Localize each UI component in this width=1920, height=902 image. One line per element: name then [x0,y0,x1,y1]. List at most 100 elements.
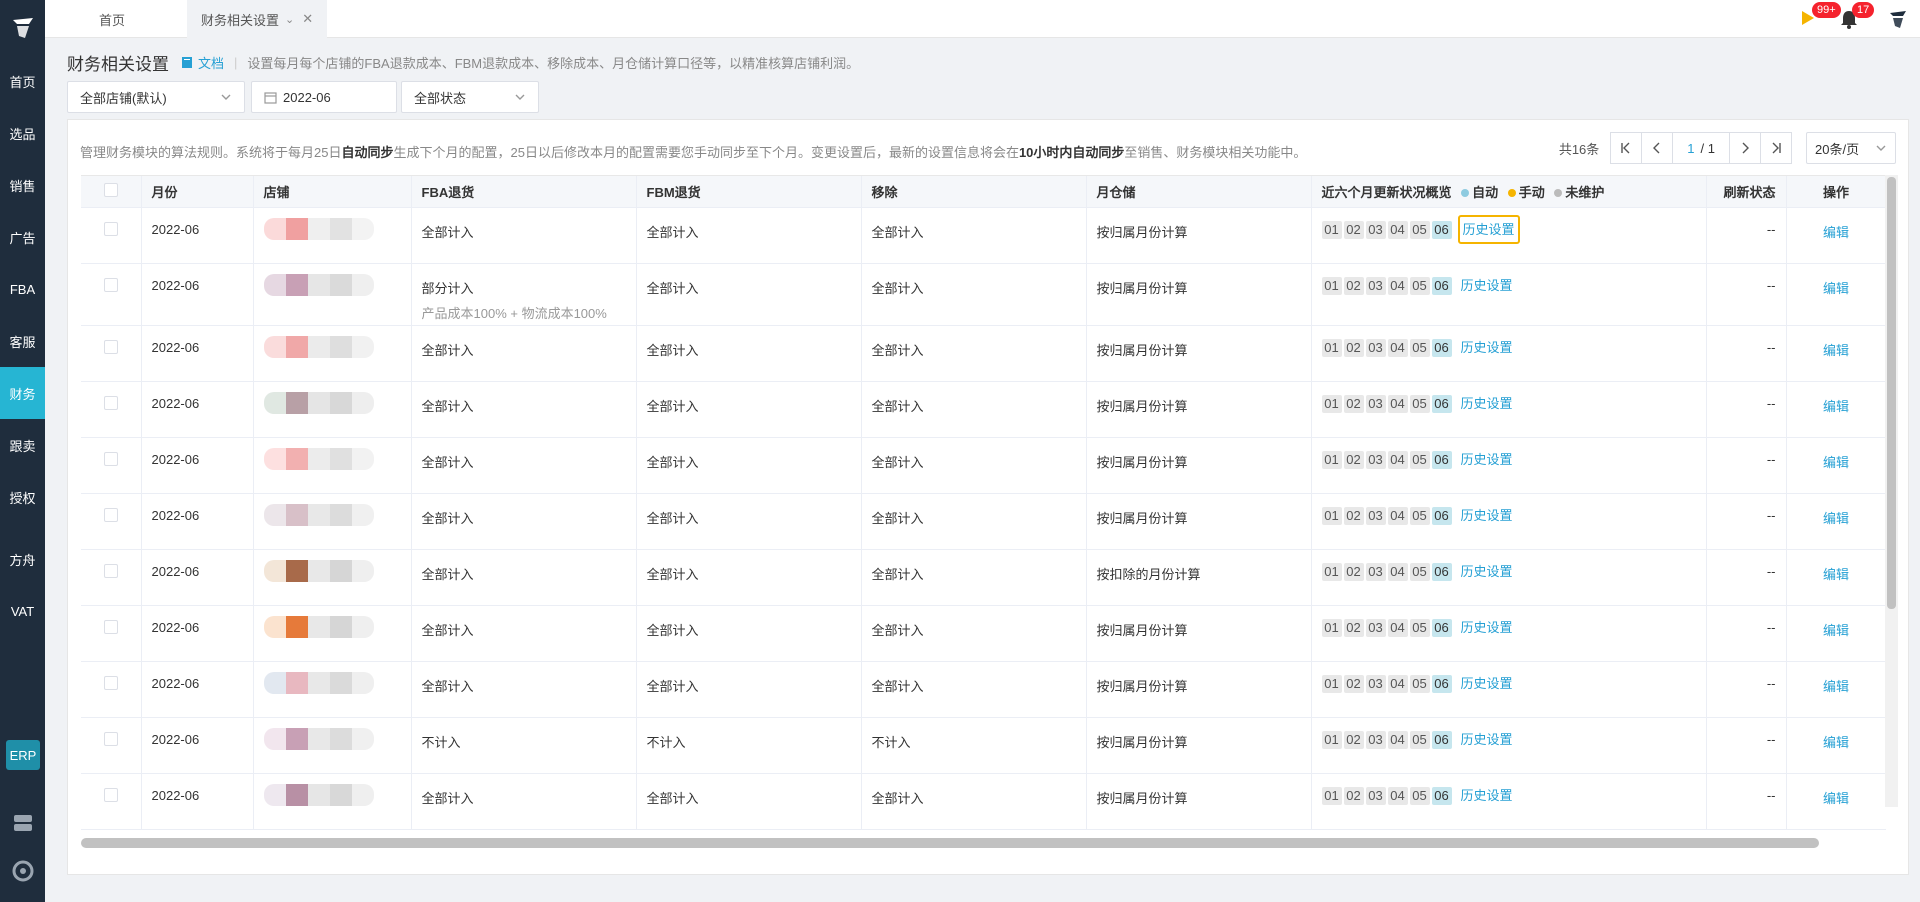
sidebar-item-4[interactable]: FBA [0,263,45,315]
row-remove: 全部计入 [871,566,924,582]
row-checkbox[interactable] [103,675,118,690]
shop-name-blurred [263,783,374,806]
row-fba: 全部计入 [421,510,474,526]
tab-finance-settings[interactable]: 财务相关设置 ⌄ ✕ [187,0,328,38]
history-settings-link[interactable]: 历史设置 [1458,617,1516,638]
page-size-value: 20条/页 [1815,141,1860,157]
header-fbm: FBM退货 [636,176,862,208]
month-status-chip: 06 [1431,220,1452,239]
sidebar-item-10[interactable]: VAT [0,585,45,637]
month-status-chip: 02 [1343,450,1364,469]
row-checkbox[interactable] [103,563,118,578]
first-page-button[interactable] [1610,132,1643,164]
edit-link[interactable]: 编辑 [1823,735,1849,750]
month-status-chip: 03 [1365,730,1386,749]
month-status-chip: 02 [1343,220,1364,239]
horizontal-scrollbar[interactable] [81,838,1819,848]
history-settings-link[interactable]: 历史设置 [1458,785,1516,806]
row-checkbox[interactable] [103,221,118,236]
archive-icon[interactable] [12,812,34,834]
edit-link[interactable]: 编辑 [1823,511,1849,526]
history-settings-link[interactable]: 历史设置 [1458,561,1516,582]
shop-select[interactable]: 全部店铺(默认) [67,81,245,113]
edit-link[interactable]: 编辑 [1823,225,1849,240]
row-checkbox[interactable] [103,395,118,410]
next-page-button[interactable] [1729,132,1761,164]
edit-link[interactable]: 编辑 [1823,791,1849,806]
sidebar-item-3[interactable]: 广告 [0,211,45,263]
table-row: 2022-06 全部计入 全部计入 全部计入 按归属月份计算 01 02 03 04 05 06 历史… [81,773,1886,830]
last-page-button[interactable] [1760,132,1792,164]
support-icon[interactable] [12,860,34,882]
row-storage: 按归属月份计算 [1096,280,1188,296]
current-page-input[interactable]: 1 [1687,141,1694,156]
row-checkbox[interactable] [103,787,118,802]
month-status-chip: 02 [1343,394,1364,413]
vertical-scrollbar[interactable] [1887,177,1896,609]
row-remove: 全部计入 [871,454,924,470]
row-refresh-status: -- [1766,451,1776,467]
history-settings-link[interactable]: 历史设置 [1458,449,1516,470]
edit-link[interactable]: 编辑 [1823,567,1849,582]
row-checkbox[interactable] [103,277,118,292]
edit-link[interactable]: 编辑 [1823,679,1849,694]
month-status-chip: 04 [1387,220,1408,239]
history-settings-link[interactable]: 历史设置 [1458,275,1516,296]
tab-home[interactable]: 首页 [85,0,139,38]
row-fba: 全部计入 [421,224,474,240]
edit-link[interactable]: 编辑 [1823,281,1849,296]
doc-link[interactable]: 文档 [181,53,224,72]
legend-auto: 自动 [1472,184,1499,200]
chevron-down-icon[interactable]: ⌄ [285,13,294,26]
row-checkbox[interactable] [103,507,118,522]
edit-link[interactable]: 编辑 [1823,343,1849,358]
row-fba-detail: 产品成本100% + 物流成本100% [421,305,607,321]
sidebar-item-8[interactable]: 授权 [0,471,45,523]
legend-none: 未维护 [1565,184,1605,200]
row-checkbox[interactable] [103,339,118,354]
history-settings-link[interactable]: 历史设置 [1458,673,1516,694]
history-settings-link[interactable]: 历史设置 [1457,214,1520,244]
sidebar-item-5[interactable]: 客服 [0,315,45,367]
shop-name-blurred [263,273,374,296]
row-remove: 全部计入 [871,224,924,240]
row-remove: 全部计入 [871,790,924,806]
row-month: 2022-06 [151,339,200,355]
row-checkbox[interactable] [103,619,118,634]
app-logo[interactable] [0,0,45,55]
user-avatar-icon[interactable] [1887,8,1909,30]
row-checkbox[interactable] [103,451,118,466]
history-settings-link[interactable]: 历史设置 [1458,393,1516,414]
status-select[interactable]: 全部状态 [401,81,539,113]
month-status-chip: 02 [1343,674,1364,693]
row-checkbox[interactable] [103,731,118,746]
month-status-chip: 02 [1343,338,1364,357]
history-settings-link[interactable]: 历史设置 [1458,505,1516,526]
page-header: 财务相关设置 文档 | 设置每月每个店铺的FBA退款成本、FBM退款成本、移除成… [67,50,859,75]
sidebar-item-7[interactable]: 跟卖 [0,419,45,471]
row-month: 2022-06 [151,675,200,691]
month-picker[interactable]: 2022-06 [251,81,397,113]
sidebar-item-9[interactable]: 方舟 [0,533,45,585]
sidebar-item-2[interactable]: 销售 [0,159,45,211]
sidebar-item-6[interactable]: 财务 [0,367,45,419]
legend-manual-dot [1507,188,1516,197]
table-row: 2022-06 全部计入 全部计入 全部计入 按归属月份计算 01 02 03 04 05 06 历史… [81,661,1886,718]
edit-link[interactable]: 编辑 [1823,455,1849,470]
sidebar-item-1[interactable]: 选品 [0,107,45,159]
history-settings-link[interactable]: 历史设置 [1458,337,1516,358]
history-settings-link[interactable]: 历史设置 [1458,729,1516,750]
month-status-chip: 03 [1365,786,1386,805]
month-status-chip: 05 [1409,618,1430,637]
edit-link[interactable]: 编辑 [1823,399,1849,414]
prev-page-button[interactable] [1641,132,1674,164]
erp-button[interactable]: ERP [6,740,40,770]
select-all-checkbox[interactable] [103,182,118,197]
page-size-select[interactable]: 20条/页 [1806,132,1896,164]
sidebar-item-0[interactable]: 首页 [0,55,45,107]
chevron-down-icon [221,94,231,100]
close-icon[interactable]: ✕ [302,11,313,27]
status-select-value: 全部状态 [414,90,467,106]
edit-link[interactable]: 编辑 [1823,623,1849,638]
row-storage: 按归属月份计算 [1096,342,1188,358]
